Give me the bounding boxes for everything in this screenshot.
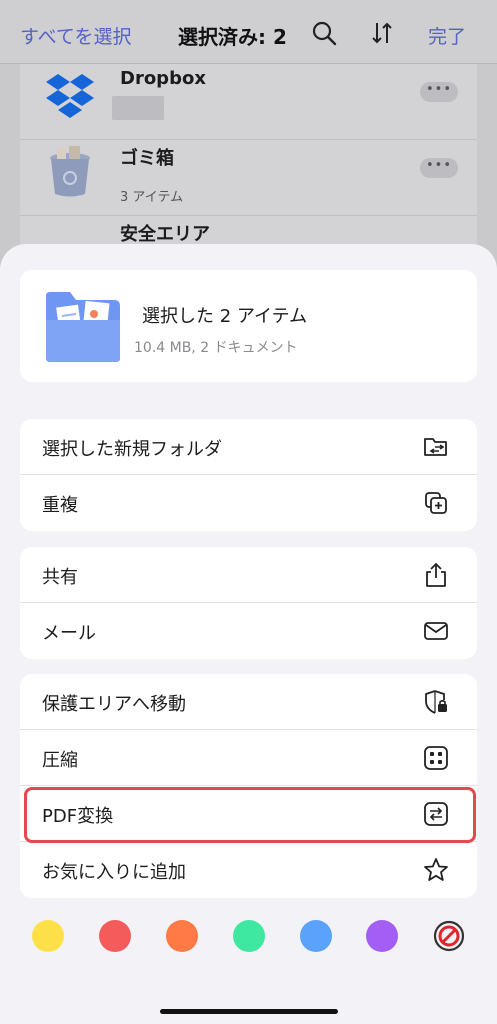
menu-item-label: 共有 xyxy=(42,567,78,588)
more-options-button[interactable]: ••• xyxy=(420,82,458,102)
sort-icon[interactable] xyxy=(369,20,395,46)
file-name: Dropbox xyxy=(120,68,206,89)
done-button[interactable]: 完了 xyxy=(428,22,466,49)
menu-item-label: お気に入りに追加 xyxy=(42,862,186,883)
menu-item-label: 選択した新規フォルダ xyxy=(42,439,222,460)
compress-item[interactable]: 圧縮 xyxy=(20,730,477,786)
trash-icon xyxy=(50,146,90,197)
menu-group: 共有 メール xyxy=(20,547,477,659)
file-name: ゴミ箱 xyxy=(120,148,174,169)
selection-summary-card: 選択した 2 アイテム 10.4 MB, 2 ドキュメント xyxy=(20,270,477,382)
menu-group: 選択した新規フォルダ 重複 xyxy=(20,419,477,531)
menu-item-label: メール xyxy=(42,623,96,644)
pdf-convert-item[interactable]: PDF変換 xyxy=(20,786,477,842)
menu-item-label: PDF変換 xyxy=(42,806,114,827)
home-indicator xyxy=(160,1009,338,1014)
mail-icon xyxy=(424,622,448,640)
action-sheet: 選択した 2 アイテム 10.4 MB, 2 ドキュメント 選択した新規フォルダ… xyxy=(0,244,497,1024)
share-icon xyxy=(426,562,446,587)
compress-icon xyxy=(424,746,448,770)
color-tag-green[interactable] xyxy=(233,920,265,952)
search-icon[interactable] xyxy=(311,20,337,46)
selection-subtitle: 10.4 MB, 2 ドキュメント xyxy=(134,340,298,356)
menu-group: 保護エリアへ移動 圧縮 PDF変換 お気に入りに追加 xyxy=(20,674,477,898)
more-options-button[interactable]: ••• xyxy=(420,158,458,178)
move-to-protected-area-item[interactable]: 保護エリアへ移動 xyxy=(20,674,477,730)
share-item[interactable]: 共有 xyxy=(20,547,477,603)
list-item[interactable]: ゴミ箱 3 アイテム ••• xyxy=(20,140,477,216)
navigation-bar: すべてを選択 選択済み: 2 完了 xyxy=(0,0,497,64)
file-name: 安全エリア xyxy=(120,224,210,245)
convert-icon xyxy=(424,802,448,826)
add-to-favorites-item[interactable]: お気に入りに追加 xyxy=(20,842,477,898)
selection-count-title: 選択済み: 2 xyxy=(178,25,287,49)
menu-item-label: 圧縮 xyxy=(42,750,78,771)
shield-lock-icon xyxy=(425,690,447,714)
select-all-button[interactable]: すべてを選択 xyxy=(20,22,132,49)
selection-title: 選択した 2 アイテム xyxy=(142,306,308,327)
color-tag-orange[interactable] xyxy=(166,920,198,952)
new-folder-icon xyxy=(424,438,447,456)
dropbox-icon xyxy=(46,74,94,118)
color-tag-purple[interactable] xyxy=(366,920,398,952)
duplicate-icon xyxy=(425,492,447,514)
color-tag-red[interactable] xyxy=(99,920,131,952)
color-tag-blue[interactable] xyxy=(300,920,332,952)
file-subtitle-placeholder xyxy=(112,96,164,120)
menu-item-label: 重複 xyxy=(42,495,78,516)
folder-icon xyxy=(46,292,120,362)
star-icon xyxy=(424,858,448,881)
mail-item[interactable]: メール xyxy=(20,603,477,659)
file-list: Dropbox ••• ゴミ箱 3 アイテム ••• 安全エリア xyxy=(20,64,477,272)
no-tag-icon[interactable] xyxy=(433,920,465,952)
file-subtitle: 3 アイテム xyxy=(120,190,184,205)
color-tag-row xyxy=(0,920,497,952)
new-folder-with-selection-item[interactable]: 選択した新規フォルダ xyxy=(20,419,477,475)
color-tag-yellow[interactable] xyxy=(32,920,64,952)
menu-item-label: 保護エリアへ移動 xyxy=(42,694,186,715)
list-item[interactable]: Dropbox ••• xyxy=(20,64,477,140)
duplicate-item[interactable]: 重複 xyxy=(20,475,477,531)
